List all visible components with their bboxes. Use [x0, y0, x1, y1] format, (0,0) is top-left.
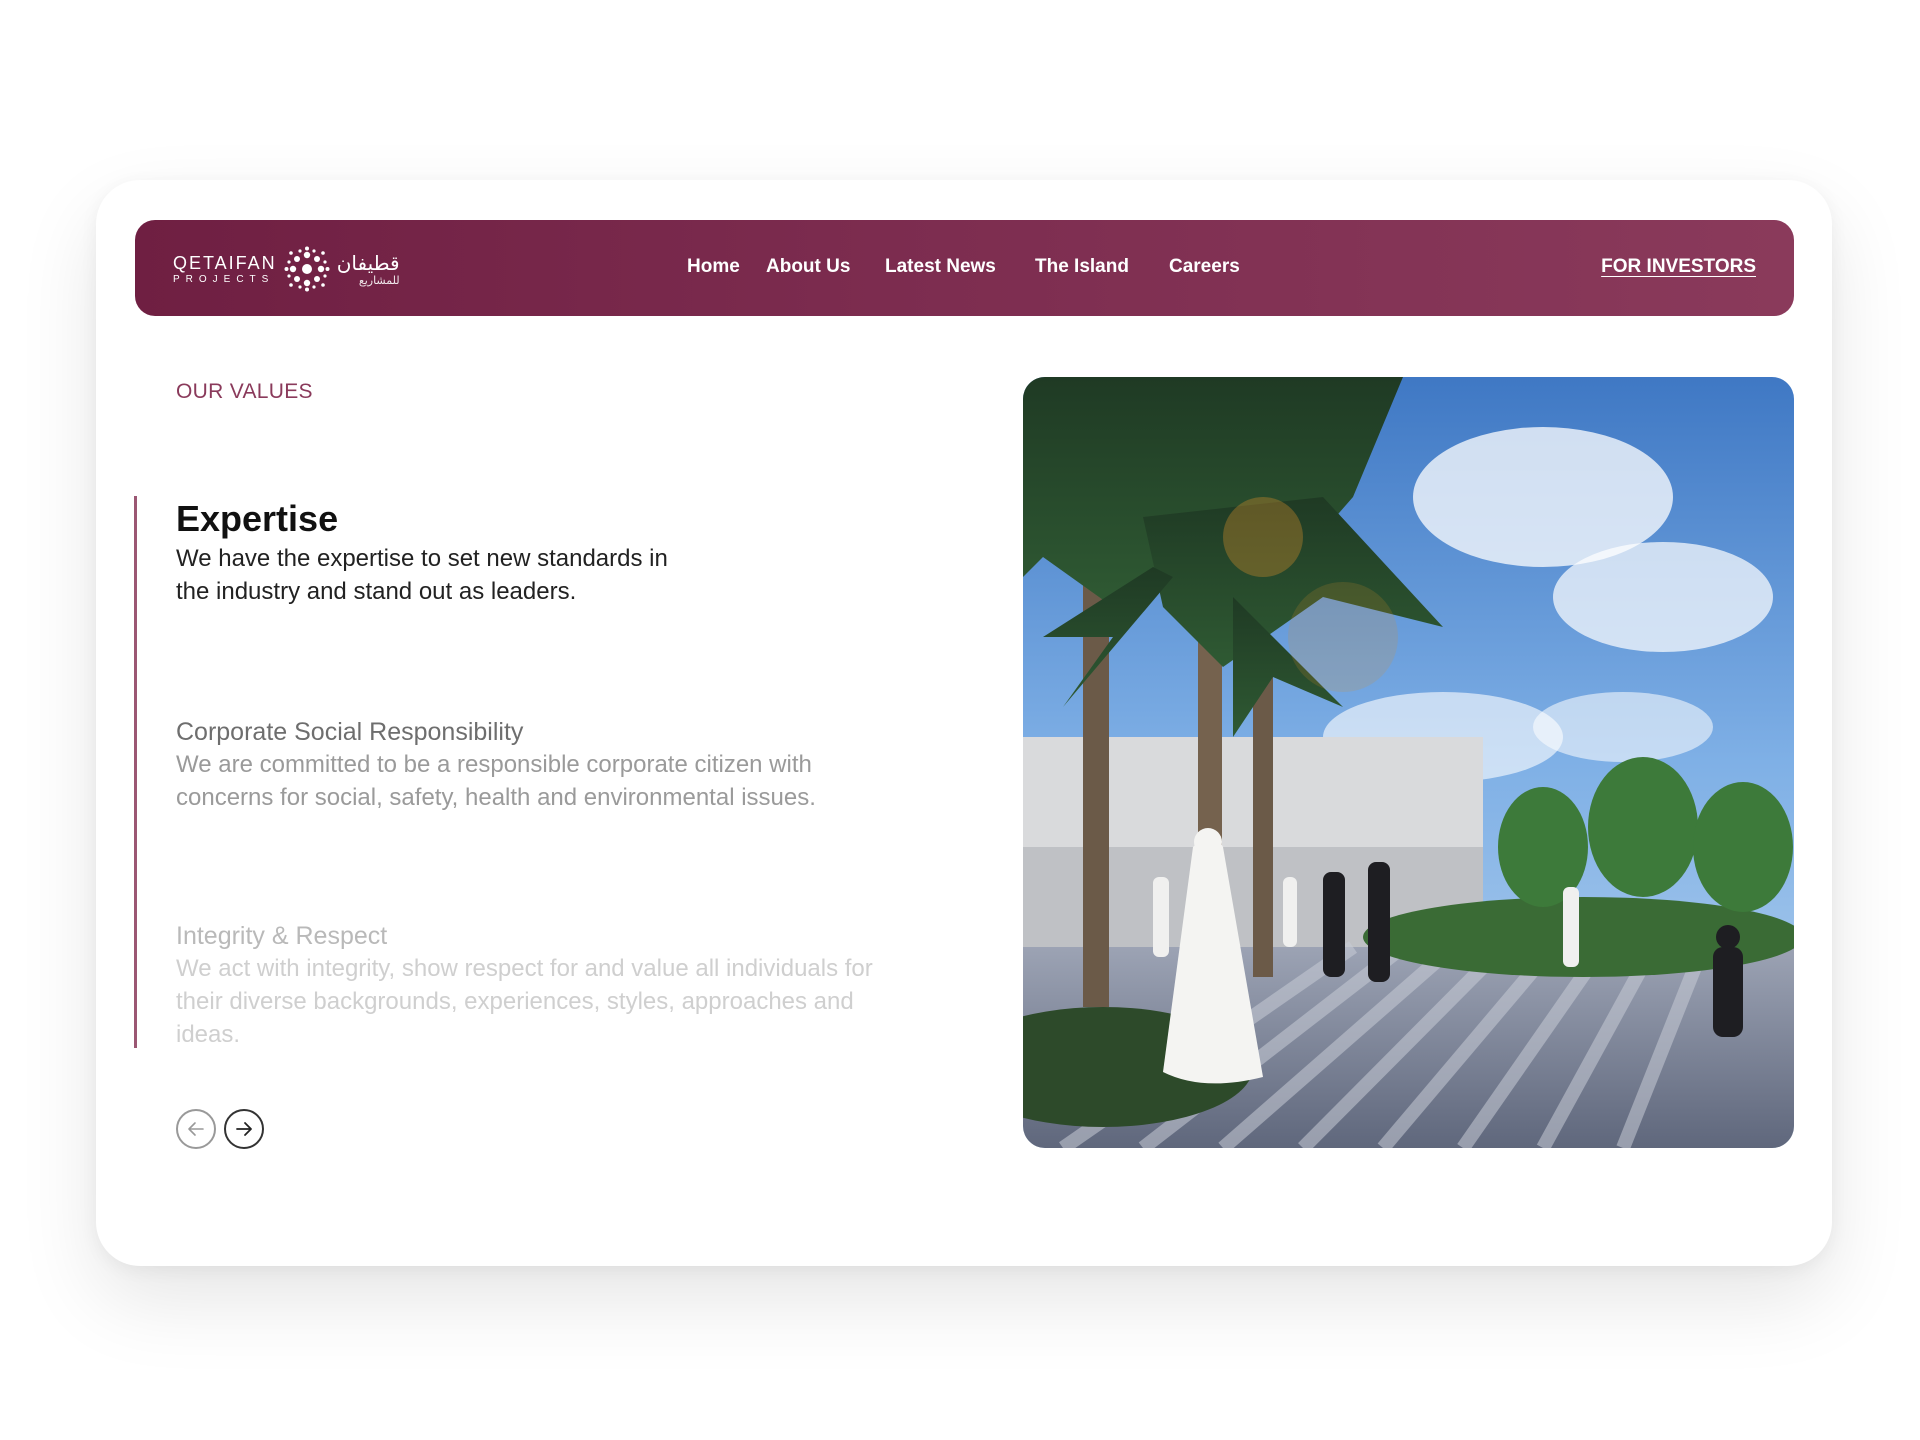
company-logo[interactable]: QETAIFAN PROJECTS قطيفان للمشاريع — [173, 244, 400, 294]
nav-latest-news[interactable]: Latest News — [885, 256, 996, 278]
section-label: OUR VALUES — [176, 380, 313, 403]
island-promenade-image — [1023, 377, 1794, 1148]
nav-the-island[interactable]: The Island — [1035, 256, 1129, 278]
value-text-csr: We are committed to be a responsible cor… — [176, 751, 816, 811]
arrow-left-icon — [188, 1122, 204, 1136]
values-progress-line — [134, 496, 137, 1048]
values-photo — [1023, 377, 1794, 1148]
logo-arabic-subtitle: للمشاريع — [358, 273, 400, 287]
value-text-expertise: We have the expertise to set new standar… — [176, 545, 668, 605]
logo-name: QETAIFAN — [173, 252, 277, 273]
nav-about-us[interactable]: About Us — [766, 256, 850, 278]
next-button[interactable] — [224, 1109, 264, 1149]
nav-home[interactable]: Home — [687, 256, 740, 278]
nav-careers[interactable]: Careers — [1169, 256, 1240, 278]
value-title-integrity[interactable]: Integrity & Respect — [176, 922, 387, 951]
for-investors-link[interactable]: FOR INVESTORS — [1601, 256, 1756, 278]
value-text-integrity: We act with integrity, show respect for … — [176, 955, 873, 1048]
value-title-csr[interactable]: Corporate Social Responsibility — [176, 718, 523, 747]
logo-arabic-name: قطيفان — [336, 250, 400, 275]
flower-emblem-icon — [284, 246, 330, 292]
main-card: QETAIFAN PROJECTS قطيفان للمشاريع Home A… — [96, 180, 1832, 1266]
top-navbar: QETAIFAN PROJECTS قطيفان للمشاريع Home A… — [135, 220, 1794, 316]
logo-subtitle: PROJECTS — [173, 273, 275, 285]
previous-button[interactable] — [176, 1109, 216, 1149]
arrow-right-icon — [236, 1122, 252, 1136]
value-title-expertise[interactable]: Expertise — [176, 498, 338, 540]
